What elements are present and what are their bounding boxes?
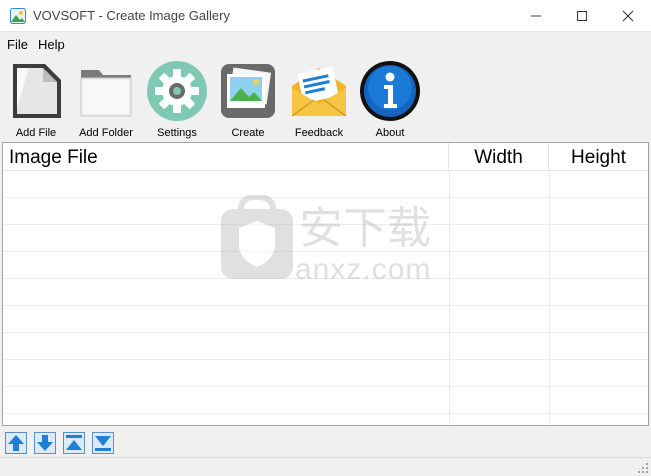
watermark-text: anxz.com — [295, 253, 432, 286]
about-label: About — [375, 127, 405, 139]
move-up-icon — [5, 432, 27, 454]
move-down-icon — [34, 432, 56, 454]
add-file-label: Add File — [15, 127, 57, 139]
move-bottom-icon — [92, 432, 114, 454]
maximize-icon — [577, 11, 587, 21]
minimize-button[interactable] — [513, 0, 559, 32]
create-label: Create — [231, 127, 265, 139]
list-header: Image File Width Height — [3, 143, 648, 171]
gear-icon — [147, 61, 207, 121]
document-icon — [13, 64, 61, 118]
folder-icon — [80, 70, 132, 117]
app-icon — [10, 7, 26, 24]
create-button[interactable]: Create — [214, 58, 282, 142]
watermark: 安下载 anxz.com — [219, 193, 437, 286]
add-folder-button[interactable]: Add Folder — [72, 58, 140, 142]
menu-file[interactable]: File — [2, 34, 33, 55]
column-divider — [449, 171, 450, 425]
title-bar: VOVSOFT - Create Image Gallery — [0, 0, 651, 32]
watermark-chinese: 安下载 — [299, 203, 431, 251]
shield-bag-icon — [221, 193, 293, 279]
info-icon — [360, 61, 420, 121]
feedback-button[interactable]: Feedback — [285, 58, 353, 142]
window-title: VOVSOFT - Create Image Gallery — [33, 8, 230, 23]
resize-grip-icon[interactable] — [637, 462, 649, 474]
photos-icon — [221, 64, 275, 118]
menu-bar: File Help — [0, 32, 651, 56]
bottom-toolbar — [0, 427, 651, 457]
column-width[interactable]: Width — [449, 143, 549, 171]
add-file-button[interactable]: Add File — [2, 58, 70, 142]
settings-label: Settings — [157, 127, 197, 139]
window-controls — [513, 0, 651, 32]
menu-help[interactable]: Help — [33, 34, 70, 55]
settings-button[interactable]: Settings — [143, 58, 211, 142]
move-top-icon — [63, 432, 85, 454]
about-button[interactable]: About — [356, 58, 424, 142]
column-height[interactable]: Height — [549, 143, 648, 171]
move-up-button[interactable] — [5, 432, 27, 454]
minimize-icon — [531, 15, 541, 17]
close-button[interactable] — [605, 0, 651, 32]
maximize-button[interactable] — [559, 0, 605, 32]
move-top-button[interactable] — [63, 432, 85, 454]
column-divider — [549, 171, 550, 425]
image-file-list[interactable]: Image File Width Height 安下载 anxz.com — [2, 142, 649, 426]
svg-text:安下载: 安下载 — [299, 203, 431, 251]
move-down-button[interactable] — [34, 432, 56, 454]
toolbar: Add File Add Folder Settings Create Feed… — [0, 58, 651, 142]
close-icon — [622, 10, 634, 22]
add-folder-label: Add Folder — [79, 127, 133, 139]
status-bar — [0, 457, 651, 476]
move-bottom-button[interactable] — [92, 432, 114, 454]
feedback-label: Feedback — [294, 127, 344, 139]
envelope-icon — [291, 66, 347, 117]
column-image-file[interactable]: Image File — [3, 143, 449, 171]
